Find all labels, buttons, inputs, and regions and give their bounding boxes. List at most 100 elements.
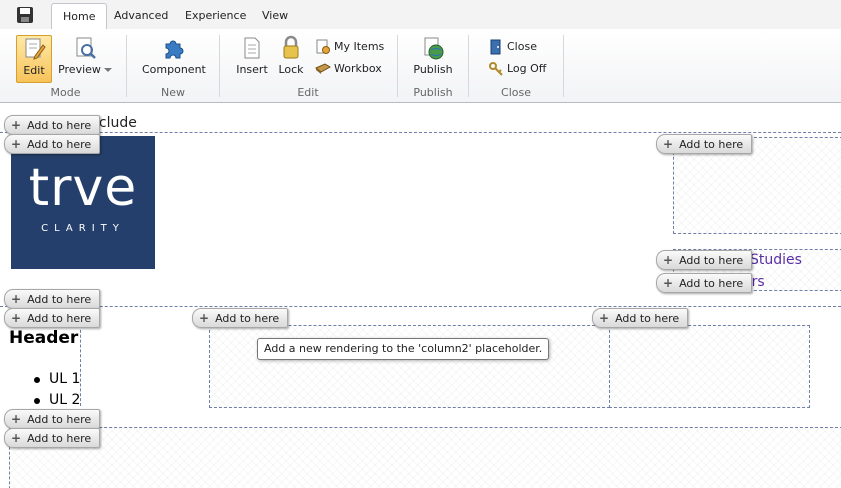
group-mode: Edit Preview Mode — [8, 31, 123, 101]
component-button[interactable]: Component — [142, 35, 206, 81]
placeholder-tooltip: Add a new rendering to the 'column2' pla… — [257, 338, 550, 360]
edit-pencil-icon — [25, 38, 46, 60]
publish-label: Publish — [413, 63, 453, 76]
bullet-icon — [34, 398, 40, 404]
add-to-here-label: Add to here — [615, 311, 680, 325]
puzzle-piece-icon — [165, 40, 184, 59]
placeholder-border — [0, 306, 841, 307]
my-items-button[interactable]: My Items — [315, 37, 384, 57]
chevron-down-icon — [103, 68, 112, 72]
group-label-mode: Mode — [50, 86, 81, 99]
add-to-here-label: Add to here — [27, 431, 92, 445]
tab-advanced[interactable]: Advanced — [103, 3, 179, 29]
add-to-here-button[interactable]: + Add to here — [592, 308, 689, 328]
add-to-here-button[interactable]: + Add to here — [656, 273, 753, 293]
edit-mode-button[interactable]: Edit — [16, 35, 52, 83]
save-button[interactable] — [13, 4, 37, 26]
plus-icon: + — [11, 411, 22, 426]
edit-mode-label: Edit — [23, 64, 45, 77]
plus-icon: + — [663, 275, 674, 290]
plus-icon: + — [11, 310, 22, 325]
ribbon-toolbar: Edit Preview Mode Component New Insert L… — [0, 29, 841, 103]
add-to-here-label: Add to here — [27, 311, 92, 325]
workbox-button[interactable]: Workbox — [315, 59, 382, 79]
close-button[interactable]: Close — [488, 37, 537, 57]
group-divider — [219, 35, 220, 97]
add-to-here-button[interactable]: + Add to here — [192, 308, 289, 328]
add-to-here-button[interactable]: + Add to here — [656, 250, 753, 270]
publish-globe-icon — [424, 37, 444, 60]
nav-link-studies[interactable]: Studies — [750, 252, 802, 268]
add-to-here-label: Add to here — [679, 253, 744, 267]
my-items-icon — [316, 39, 330, 54]
add-to-here-label: Add to here — [27, 292, 92, 306]
group-edit: Insert Lock My Items Workbox Edit — [223, 31, 393, 101]
add-to-here-label: Add to here — [27, 118, 92, 132]
placeholder-column3 — [609, 325, 810, 408]
add-to-here-label: Add to here — [215, 311, 280, 325]
content-header: Header — [9, 328, 79, 348]
preview-button[interactable]: Preview — [57, 35, 113, 81]
publish-button[interactable]: Publish — [413, 35, 453, 81]
insert-label: Insert — [236, 63, 268, 76]
group-label-new: New — [161, 86, 185, 99]
tab-home[interactable]: Home — [51, 3, 108, 31]
add-to-here-button[interactable]: + Add to here — [4, 428, 101, 448]
component-label: Component — [142, 63, 206, 76]
log-off-label: Log Off — [507, 62, 547, 75]
list-item-text: UL 1 — [49, 371, 81, 387]
group-close: Close Log Off Close — [472, 31, 560, 101]
tab-view[interactable]: View — [251, 3, 299, 29]
group-label-close: Close — [501, 86, 531, 99]
add-to-here-label: Add to here — [679, 137, 744, 151]
plus-icon: + — [11, 291, 22, 306]
group-divider — [397, 35, 398, 97]
placeholder-border — [0, 132, 841, 133]
add-to-here-button[interactable]: + Add to here — [656, 134, 753, 154]
group-publish: Publish Publish — [401, 31, 465, 101]
plus-icon: + — [663, 252, 674, 267]
workbox-icon — [315, 63, 331, 74]
list-item-text: UL 2 — [49, 392, 81, 408]
bullet-icon — [34, 377, 40, 383]
insert-page-icon — [244, 37, 260, 59]
tab-experience[interactable]: Experience — [174, 3, 257, 29]
logo-wordmark: trve — [28, 158, 138, 218]
group-divider — [468, 35, 469, 97]
my-items-label: My Items — [334, 40, 385, 53]
add-to-here-label: Add to here — [679, 276, 744, 290]
add-to-here-button[interactable]: + Add to here — [4, 134, 101, 154]
plus-icon: + — [11, 430, 22, 445]
plus-icon: + — [199, 310, 210, 325]
plus-icon: + — [663, 136, 674, 151]
add-to-here-button[interactable]: + Add to here — [4, 115, 101, 135]
add-to-here-button[interactable]: + Add to here — [4, 409, 101, 429]
placeholder-bottom — [9, 427, 841, 488]
preview-label: Preview — [58, 63, 101, 76]
plus-icon: + — [11, 117, 22, 132]
keys-icon — [489, 62, 503, 76]
logo-subtext: CLARITY — [41, 223, 125, 234]
lock-button[interactable]: Lock — [277, 35, 305, 81]
ribbon-tab-bar: Home Advanced Experience View — [0, 0, 841, 31]
list-item: UL 1 — [34, 371, 80, 387]
insert-button[interactable]: Insert — [233, 35, 271, 81]
plus-icon: + — [599, 310, 610, 325]
true-clarity-logo: trve CLARITY — [11, 136, 155, 269]
add-to-here-button[interactable]: + Add to here — [4, 308, 101, 328]
group-label-edit: Edit — [297, 86, 319, 99]
group-divider — [563, 35, 564, 97]
page-editor-canvas: nclude trve CLARITY Studies ers Header U… — [0, 103, 841, 488]
lock-label: Lock — [278, 63, 304, 76]
close-label: Close — [507, 40, 537, 53]
group-divider — [126, 35, 127, 97]
close-door-icon — [490, 39, 501, 55]
log-off-button[interactable]: Log Off — [488, 59, 546, 79]
floppy-disk-icon — [17, 7, 33, 23]
group-label-publish: Publish — [413, 86, 453, 99]
add-to-here-label: Add to here — [27, 412, 92, 426]
preview-magnifier-icon — [76, 37, 96, 59]
list-item: UL 2 — [34, 392, 80, 408]
workbox-label: Workbox — [334, 62, 382, 75]
add-to-here-button[interactable]: + Add to here — [4, 289, 101, 309]
